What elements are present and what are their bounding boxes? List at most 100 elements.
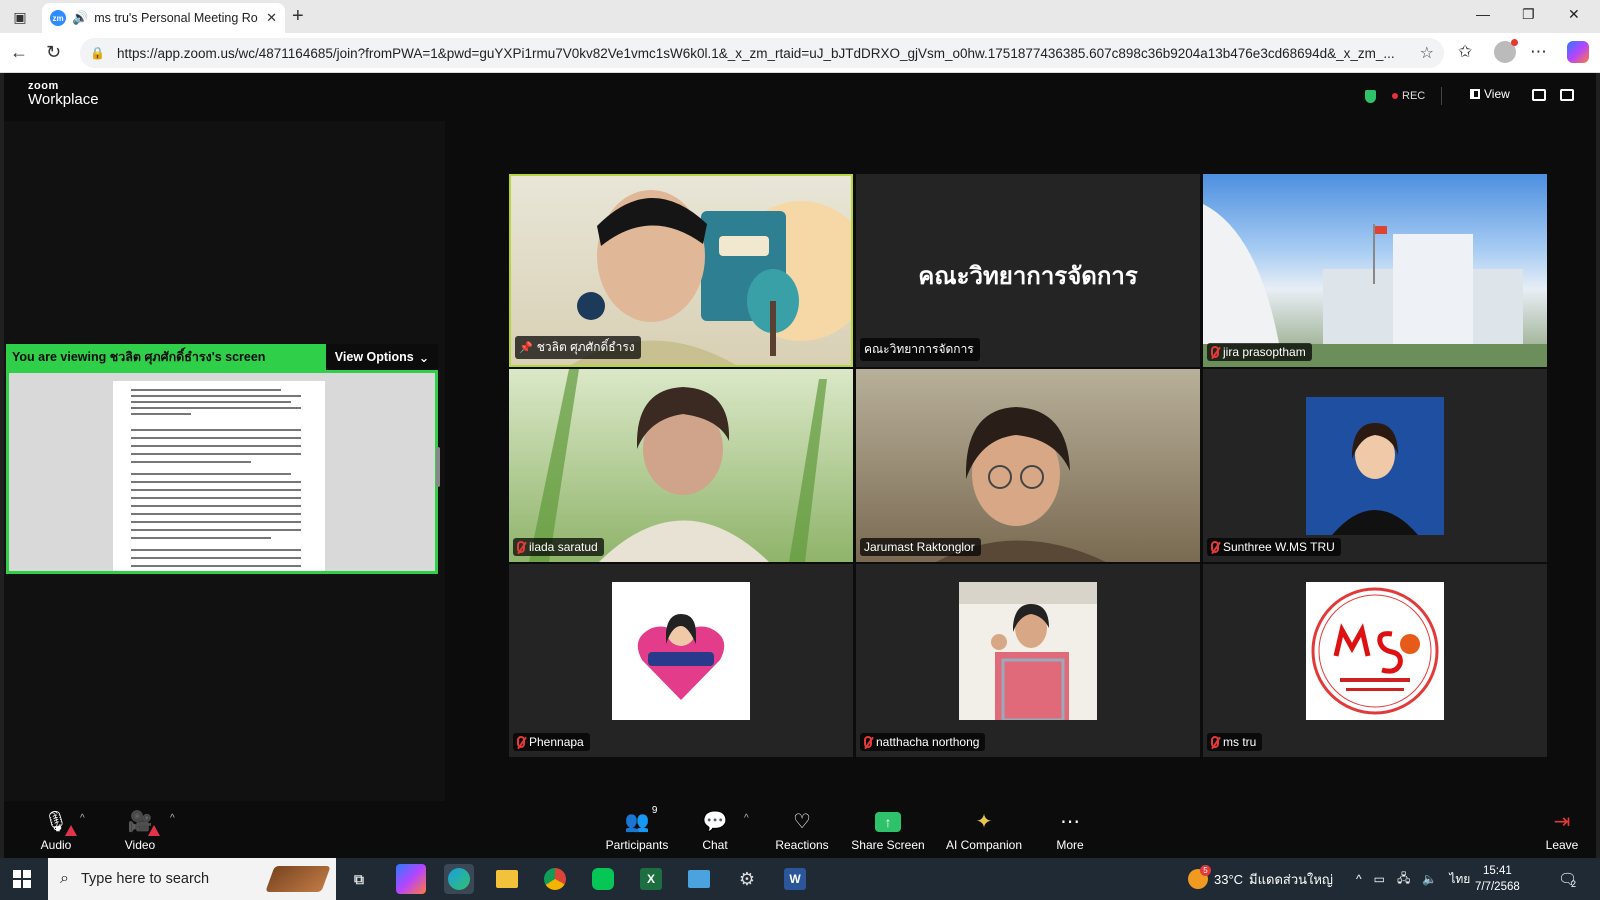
view-button[interactable]: View	[1470, 87, 1510, 101]
line-app-icon[interactable]	[588, 864, 618, 894]
participant-avatar	[1306, 582, 1444, 720]
volume-icon[interactable]: 🔈	[1422, 872, 1437, 886]
video-tile-8[interactable]: natthacha northong	[856, 564, 1200, 757]
favorites-icon[interactable]: ✩	[1458, 42, 1472, 62]
share-screen-button[interactable]: ↑ Share Screen	[850, 801, 926, 858]
url-field[interactable]: 🔒 https://app.zoom.us/wc/4871164685/join…	[80, 38, 1444, 68]
video-gallery: 📌 ชวลิต ศุภศักดิ์ธำรง คณะวิทยาการจัดการ …	[509, 174, 1548, 758]
video-options-chevron-icon[interactable]: ^	[170, 813, 175, 824]
chat-options-chevron-icon[interactable]: ^	[744, 813, 749, 824]
participant-name: ilada saratud	[529, 540, 598, 554]
chrome-app-icon[interactable]	[540, 864, 570, 894]
edge-app-icon[interactable]	[444, 864, 474, 894]
input-language[interactable]: ไทย	[1449, 870, 1470, 889]
profile-avatar[interactable]	[1494, 39, 1518, 63]
divider	[1441, 87, 1442, 105]
chat-button[interactable]: 💬 Chat	[690, 801, 740, 858]
tab-actions-icon[interactable]: ▣	[8, 6, 32, 28]
encryption-shield-icon[interactable]	[1365, 90, 1376, 103]
participant-name: Sunthree W.MS TRU	[1223, 540, 1335, 554]
document-text-line	[131, 513, 301, 515]
tab-title: ms tru's Personal Meeting Ro	[94, 11, 258, 25]
search-highlight-image	[265, 866, 331, 892]
favorite-star-icon[interactable]: ☆	[1420, 43, 1434, 63]
muted-mic-icon	[1211, 346, 1219, 358]
taskbar-clock[interactable]: 15:41 7/7/2568	[1475, 863, 1520, 895]
document-text-line	[131, 437, 301, 439]
reactions-label: Reactions	[775, 838, 829, 852]
close-tab-icon[interactable]: ✕	[266, 10, 277, 26]
task-view-icon[interactable]: ⧉	[344, 864, 374, 894]
search-placeholder: Type here to search	[80, 871, 210, 887]
fullscreen-icon[interactable]	[1560, 89, 1574, 101]
logo-product-text: Workplace	[28, 91, 99, 108]
participant-name: ms tru	[1223, 735, 1257, 749]
video-tile-4[interactable]: ilada saratud	[509, 369, 853, 562]
document-text-line	[131, 537, 271, 539]
more-button[interactable]: ⋯ More	[1048, 801, 1092, 858]
windows-start-icon[interactable]	[13, 870, 31, 888]
video-tile-3[interactable]: jira prasoptham	[1203, 174, 1547, 367]
leave-button[interactable]: ⇥ Leave	[1540, 801, 1584, 858]
copilot-icon[interactable]	[1567, 41, 1589, 63]
document-text-line	[131, 473, 291, 475]
speaker-icon[interactable]: 🔊	[72, 10, 88, 26]
taskbar-search-box[interactable]: ⌕ Type here to search	[48, 858, 336, 900]
minimize-icon[interactable]: —	[1476, 6, 1490, 22]
back-icon[interactable]: ←	[10, 42, 28, 63]
participants-icon: 👥 9	[624, 805, 658, 833]
weather-temp: 33°C	[1214, 871, 1244, 887]
participant-name: Phennapa	[529, 735, 584, 749]
refresh-icon[interactable]: ↻	[46, 42, 61, 63]
file-explorer-icon[interactable]	[492, 864, 522, 894]
recording-indicator[interactable]: REC	[1392, 90, 1425, 102]
site-info-icon[interactable]: 🔒	[90, 46, 105, 60]
video-tile-5[interactable]: Jarumast Raktonglor	[856, 369, 1200, 562]
leave-label: Leave	[1545, 838, 1579, 852]
participant-name: คณะวิทยาการจัดการ	[864, 342, 974, 356]
word-app-icon[interactable]: W	[780, 864, 810, 894]
audio-button[interactable]: 🎙 Audio	[32, 801, 80, 858]
video-button[interactable]: 🎥 Video	[116, 801, 164, 858]
restore-icon[interactable]: ❐	[1522, 6, 1535, 23]
reactions-button[interactable]: ♡ Reactions	[770, 801, 834, 858]
control-panel-icon[interactable]	[684, 864, 714, 894]
video-tile-9[interactable]: ms tru	[1203, 564, 1547, 757]
settings-more-icon[interactable]: ⋯	[1530, 42, 1547, 62]
meeting-controls: 🎙 Audio ^ 🎥 Video ^ 👥 9 Participants 💬 Ch…	[4, 801, 1596, 858]
ai-companion-button[interactable]: ✦ AI Companion	[942, 801, 1026, 858]
panel-resize-handle[interactable]	[436, 447, 440, 487]
chevron-down-icon: ⌄	[418, 350, 430, 365]
shared-screen-preview[interactable]	[6, 370, 438, 574]
participant-name-tag: ms tru	[1207, 733, 1263, 751]
participant-name-tag: natthacha northong	[860, 733, 986, 751]
tab-zoom-meeting[interactable]: zm 🔊 ms tru's Personal Meeting Ro ✕	[42, 3, 285, 33]
settings-gear-icon[interactable]: ⚙	[732, 864, 762, 894]
weather-badge: 5	[1200, 865, 1211, 876]
copilot-app-icon[interactable]	[396, 864, 426, 894]
close-window-icon[interactable]: ✕	[1568, 6, 1580, 23]
excel-app-icon[interactable]: X	[636, 864, 666, 894]
meet-now-icon[interactable]: ▭	[1374, 872, 1385, 886]
zoom-workplace-logo: zoom Workplace	[28, 81, 99, 108]
video-tile-1[interactable]: 📌 ชวลิต ศุภศักดิ์ธำรง	[509, 174, 853, 367]
participant-avatar	[612, 582, 750, 720]
show-hidden-icons-chevron-icon[interactable]: ^	[1356, 872, 1362, 886]
video-tile-6[interactable]: Sunthree W.MS TRU	[1203, 369, 1547, 562]
notification-center-icon[interactable]: 🗨 2	[1558, 858, 1577, 900]
video-tile-7[interactable]: Phennapa	[509, 564, 853, 757]
view-options-button[interactable]: View Options ⌄	[326, 344, 438, 370]
muted-mic-icon	[1211, 541, 1219, 553]
picture-in-picture-icon[interactable]	[1532, 89, 1546, 101]
audio-options-chevron-icon[interactable]: ^	[80, 813, 85, 824]
notification-count: 2	[1571, 879, 1577, 889]
new-tab-button[interactable]: +	[292, 5, 304, 28]
chat-icon: 💬	[702, 811, 728, 833]
video-camera-icon: 🎥	[128, 809, 161, 836]
network-icon[interactable]: 🖧	[1397, 869, 1410, 890]
weather-widget[interactable]: 5 33°C มีแดดส่วนใหญ่	[1188, 858, 1333, 900]
participants-button[interactable]: 👥 9 Participants	[602, 801, 672, 858]
video-tile-2[interactable]: คณะวิทยาการจัดการ คณะวิทยาการจัดการ	[856, 174, 1200, 367]
browser-tab-bar: ▣ zm 🔊 ms tru's Personal Meeting Ro ✕ + …	[0, 0, 1600, 33]
search-icon: ⌕	[60, 870, 69, 887]
